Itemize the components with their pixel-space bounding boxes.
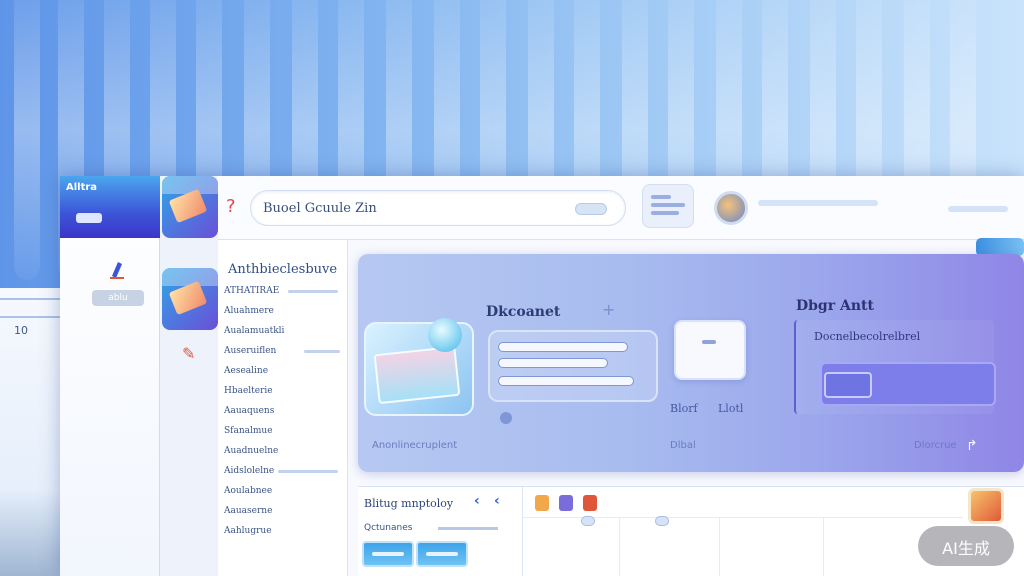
bottom-panel-label: Blitug mnptoloy <box>364 497 454 510</box>
list-item[interactable]: Aualamuatkli <box>224 326 316 338</box>
card-heading: Dkcoanet <box>486 304 561 320</box>
list-item[interactable]: Hbaelterie <box>224 386 316 398</box>
back-icon[interactable]: ‹ <box>474 493 480 509</box>
list-item-bar <box>304 350 340 353</box>
card-label-left: Blorf <box>670 402 698 415</box>
list-item[interactable]: Aauaserne <box>224 506 316 518</box>
detail-panel: Docnelbecolrelbrel <box>794 320 996 414</box>
folder-sheet <box>373 345 461 405</box>
detail-field[interactable] <box>820 362 996 406</box>
list-item[interactable]: Auadnuelne <box>224 446 316 458</box>
mini-card[interactable] <box>674 320 746 380</box>
toolbar-icon[interactable] <box>559 495 573 511</box>
ai-generated-badge: AI生成 <box>918 526 1014 566</box>
folder-badge <box>428 318 462 352</box>
sidebar-header[interactable]: Alltra <box>60 176 160 238</box>
avatar[interactable] <box>714 191 748 225</box>
grid-col <box>619 517 620 576</box>
grid-col <box>719 517 720 576</box>
search-toggle[interactable] <box>575 203 607 215</box>
form-field[interactable] <box>498 358 608 368</box>
bottom-sub-label: Qctunanes <box>364 523 413 533</box>
edit-icon[interactable] <box>108 258 128 280</box>
background-window-strip: 10 <box>0 288 64 576</box>
panel-subtitle: Docnelbecolrelbrel <box>814 330 921 343</box>
timeline-pill[interactable] <box>655 516 669 526</box>
search-value: Buoel Gcuule Zin <box>263 201 377 216</box>
form-field[interactable] <box>498 342 628 352</box>
list-item[interactable]: Aauaquens <box>224 406 316 418</box>
form-box <box>488 330 658 402</box>
field-icon <box>824 372 872 398</box>
toolbar-icon[interactable] <box>535 495 549 511</box>
action-button-2[interactable] <box>416 541 468 567</box>
list-panel: Anthbieclesbuve ATHATIRAE Aluahmere Aual… <box>218 240 348 576</box>
card-footer-right: Dlorcrue <box>914 440 957 451</box>
form-field[interactable] <box>498 376 634 386</box>
sidebar-header-pill[interactable] <box>76 213 102 223</box>
card-footer-left: Anonlinecruplent <box>372 440 458 451</box>
help-icon[interactable]: ? <box>226 196 236 217</box>
chevron-left-icon[interactable]: ‹ <box>494 493 500 509</box>
document-icon <box>168 188 208 224</box>
list-view-icon[interactable] <box>642 184 694 228</box>
folder-icon[interactable] <box>364 318 474 416</box>
sidebar: Alltra ablu <box>60 176 160 576</box>
plus-icon[interactable]: + <box>602 300 615 319</box>
list-item[interactable]: Aluahmere <box>224 306 316 318</box>
grid-col <box>823 517 824 576</box>
list-panel-title: Anthbieclesbuve <box>228 262 338 277</box>
list-item[interactable]: Aoulabnee <box>224 486 316 498</box>
topbar-progress-line <box>758 200 878 206</box>
app-window: Alltra ablu ✎ ? Buoel Gcuule Zin Anthbie… <box>60 176 1024 576</box>
search-input[interactable]: Buoel Gcuule Zin <box>250 190 626 226</box>
list-item-bar <box>278 470 338 473</box>
ai-badge-text: AI生成 <box>942 539 990 558</box>
panel-heading: Dbgr Antt <box>796 298 874 314</box>
document-icon <box>168 280 208 316</box>
dashboard-card: Dkcoanet + Blorf Llotl Dbgr Antt Docnelb… <box>358 254 1024 472</box>
sidebar-chip[interactable]: ablu <box>92 290 144 306</box>
top-bar: ? Buoel Gcuule Zin <box>218 176 1024 240</box>
toolbar-icon[interactable] <box>583 495 597 511</box>
card-label-right: Llotl <box>718 402 744 415</box>
topbar-progress-line <box>948 206 1008 212</box>
calendar-icon[interactable] <box>968 488 1004 524</box>
list-item[interactable]: Auseruiflen <box>224 346 316 358</box>
bottom-divider <box>438 527 498 530</box>
list-item[interactable]: Aahlugrue <box>224 526 316 538</box>
thumbnail-2[interactable] <box>162 268 218 330</box>
list-item[interactable]: Aesealine <box>224 366 316 378</box>
status-dot <box>500 412 512 424</box>
card-footer-mid: Dlbal <box>670 440 696 451</box>
thumbnail-1[interactable] <box>162 176 218 238</box>
action-button-1[interactable] <box>362 541 414 567</box>
list-item[interactable]: Sfanalmue <box>224 426 316 438</box>
thumbnail-column: ✎ <box>160 176 218 576</box>
strip-label: 10 <box>14 324 28 337</box>
timeline-pill[interactable] <box>581 516 595 526</box>
strip-lines <box>0 298 64 318</box>
arrow-icon[interactable]: ↱ <box>966 438 978 454</box>
list-item-bar <box>288 290 338 293</box>
pen-icon[interactable]: ✎ <box>182 344 195 363</box>
sidebar-title: Alltra <box>66 182 98 193</box>
